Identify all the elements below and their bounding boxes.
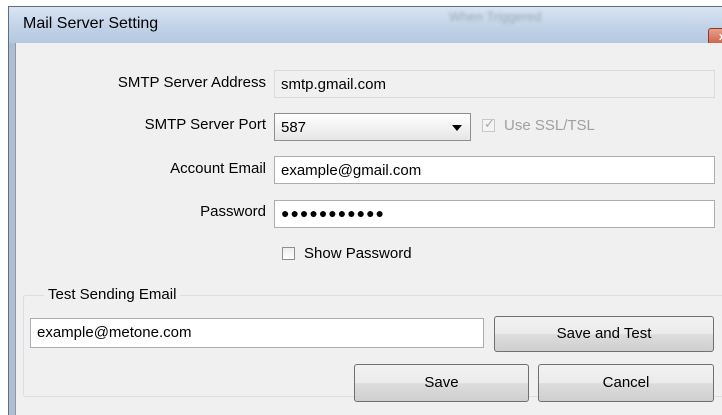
smtp-port-value: 587 xyxy=(281,119,307,136)
test-email-field[interactable]: example@metone.com xyxy=(30,318,484,348)
account-email-label: Account Email xyxy=(170,160,266,177)
show-password-label: Show Password xyxy=(304,245,412,262)
smtp-port-label: SMTP Server Port xyxy=(144,116,266,133)
show-password-checkbox[interactable]: Show Password xyxy=(282,245,462,265)
mail-server-setting-window: Mail Server Setting When Triggered x SMT… xyxy=(8,6,722,415)
dialog-body: SMTP Server Address smtp.gmail.com SMTP … xyxy=(15,43,722,415)
password-label: Password xyxy=(200,203,266,220)
cancel-button[interactable]: Cancel xyxy=(538,364,714,402)
smtp-port-select[interactable]: 587 xyxy=(274,113,471,141)
window-title: Mail Server Setting xyxy=(23,15,159,32)
show-password-checkbox-box xyxy=(282,247,295,260)
smtp-address-label: SMTP Server Address xyxy=(117,74,266,91)
chevron-down-icon xyxy=(452,125,462,131)
save-button[interactable]: Save xyxy=(354,364,529,402)
test-sending-email-legend: Test Sending Email xyxy=(44,286,181,303)
title-bar[interactable]: Mail Server Setting When Triggered x xyxy=(9,7,722,48)
smtp-address-field[interactable]: smtp.gmail.com xyxy=(274,70,715,98)
account-email-field[interactable]: example@gmail.com xyxy=(274,156,715,184)
use-ssl-label: Use SSL/TSL xyxy=(504,117,595,134)
use-ssl-checkbox-box: ✓ xyxy=(482,116,495,132)
save-and-test-button[interactable]: Save and Test xyxy=(494,316,714,352)
background-window-text: When Triggered xyxy=(449,9,542,24)
use-ssl-checkbox[interactable]: ✓ Use SSL/TSL xyxy=(482,116,642,137)
checkmark-icon: ✓ xyxy=(484,116,495,131)
password-field[interactable]: ●●●●●●●●●●● xyxy=(274,200,715,228)
